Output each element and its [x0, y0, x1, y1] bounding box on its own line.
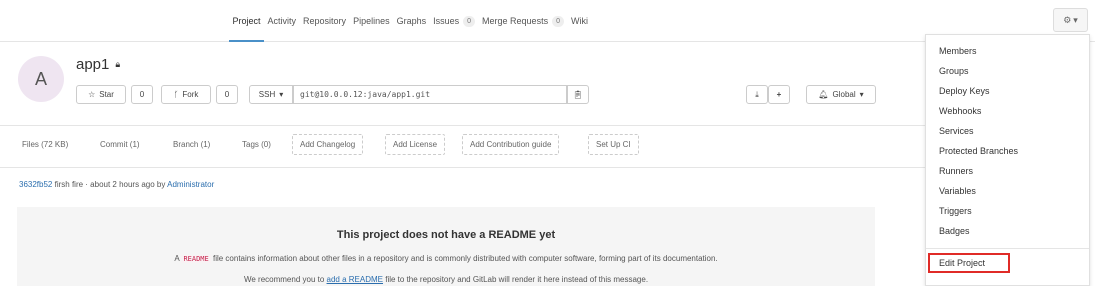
download-button[interactable]: ⤓: [746, 85, 768, 104]
menu-item-variables[interactable]: Variables: [939, 186, 976, 196]
tab-activity[interactable]: Activity: [264, 0, 300, 42]
tab-pipelines[interactable]: Pipelines: [350, 0, 394, 42]
fork-label: Fork: [182, 90, 199, 99]
clone-url-input[interactable]: git@10.0.0.12:java/app1.git: [293, 85, 567, 104]
fork-icon: ᚴ: [173, 90, 179, 99]
clipboard-icon: 📋︎: [572, 90, 584, 99]
project-name: app1: [76, 56, 110, 73]
last-commit: 3632fb52 firsh fire · about 2 hours ago …: [19, 180, 214, 189]
readme-rec-pre: We recommend you to: [243, 275, 325, 284]
setup-ci-button[interactable]: Set Up CI: [588, 134, 639, 155]
commit-stat-link[interactable]: Commit (1): [100, 140, 140, 149]
star-button[interactable]: ☆ Star: [76, 85, 126, 104]
menu-divider: [926, 248, 1089, 249]
readme-placeholder: This project does not have a README yet …: [17, 207, 875, 286]
menu-item-groups[interactable]: Groups: [939, 66, 969, 76]
add-new-button[interactable]: +: [768, 85, 790, 104]
download-icon: ⤓: [755, 89, 759, 99]
tab-graphs[interactable]: Graphs: [393, 0, 430, 42]
menu-item-badges[interactable]: Badges: [939, 226, 970, 236]
tab-merge-requests[interactable]: Merge Requests 0: [479, 0, 568, 42]
readme-rec-post: file to the repository and GitLab will r…: [385, 275, 649, 284]
merge-requests-count-badge: 0: [552, 15, 564, 27]
tab-issues[interactable]: Issues 0: [430, 0, 479, 42]
files-stat-link[interactable]: Files (72 KB): [22, 140, 68, 149]
settings-dropdown-button[interactable]: ⚙ ▾: [1053, 8, 1088, 32]
menu-item-deploy-keys[interactable]: Deploy Keys: [939, 86, 990, 96]
notification-dropdown[interactable]: 🔔︎ Global ▾: [806, 85, 876, 104]
menu-item-edit-project[interactable]: Edit Project: [939, 258, 985, 268]
add-readme-link[interactable]: add a README: [327, 275, 383, 284]
menu-item-protected-branches[interactable]: Protected Branches: [939, 146, 1018, 156]
tags-stat-link[interactable]: Tags (0): [242, 140, 271, 149]
tab-repository[interactable]: Repository: [300, 0, 350, 42]
commit-sha-link[interactable]: 3632fb52: [19, 180, 52, 189]
add-contribution-guide-button[interactable]: Add Contribution guide: [462, 134, 560, 155]
notification-label: Global: [832, 90, 856, 99]
readme-title: This project does not have a README yet: [336, 229, 556, 241]
fork-button[interactable]: ᚴ Fork: [161, 85, 211, 104]
tab-merge-requests-label: Merge Requests: [482, 16, 549, 26]
commit-author-link[interactable]: Administrator: [167, 180, 214, 189]
caret-down-icon: ▾: [859, 90, 864, 99]
readme-code: README: [181, 255, 211, 263]
tab-wiki[interactable]: Wiki: [567, 0, 591, 42]
tab-issues-label: Issues: [433, 16, 460, 26]
caret-down-icon: ▾: [1073, 14, 1078, 25]
add-changelog-button[interactable]: Add Changelog: [292, 134, 364, 155]
branch-stat-link[interactable]: Branch (1): [173, 140, 210, 149]
menu-item-services[interactable]: Services: [939, 126, 974, 136]
plus-icon: +: [776, 90, 782, 99]
bell-icon: 🔔︎: [818, 90, 829, 99]
project-title: app1 🔒︎: [76, 56, 120, 73]
readme-description: A README file contains information about…: [17, 254, 875, 263]
caret-down-icon: ▾: [279, 90, 284, 99]
protocol-label: SSH: [258, 90, 276, 99]
nav-links: Project Activity Repository Pipelines Gr…: [229, 0, 591, 42]
fork-count[interactable]: 0: [216, 85, 238, 104]
commit-message: firsh fire · about 2 hours ago by: [54, 180, 166, 189]
readme-text-rest: file contains information about other fi…: [212, 254, 718, 263]
gear-icon: ⚙: [1063, 14, 1072, 25]
issues-count-badge: 0: [463, 15, 476, 27]
star-label: Star: [99, 90, 114, 99]
menu-item-members[interactable]: Members: [939, 46, 977, 56]
lock-icon: 🔒︎: [115, 59, 121, 69]
star-count[interactable]: 0: [131, 85, 153, 104]
readme-recommendation: We recommend you to add a README file to…: [17, 275, 875, 284]
menu-item-webhooks[interactable]: Webhooks: [939, 106, 981, 116]
star-icon: ☆: [88, 90, 96, 99]
menu-item-runners[interactable]: Runners: [939, 166, 973, 176]
protocol-dropdown[interactable]: SSH ▾: [249, 85, 293, 104]
copy-url-button[interactable]: 📋︎: [567, 85, 589, 104]
add-license-button[interactable]: Add License: [385, 134, 446, 155]
project-avatar: A: [18, 56, 64, 102]
settings-dropdown-menu: Members Groups Deploy Keys Webhooks Serv…: [925, 34, 1090, 286]
readme-text-a: A: [174, 254, 180, 263]
menu-item-triggers[interactable]: Triggers: [939, 206, 972, 216]
tab-project[interactable]: Project: [229, 0, 265, 42]
